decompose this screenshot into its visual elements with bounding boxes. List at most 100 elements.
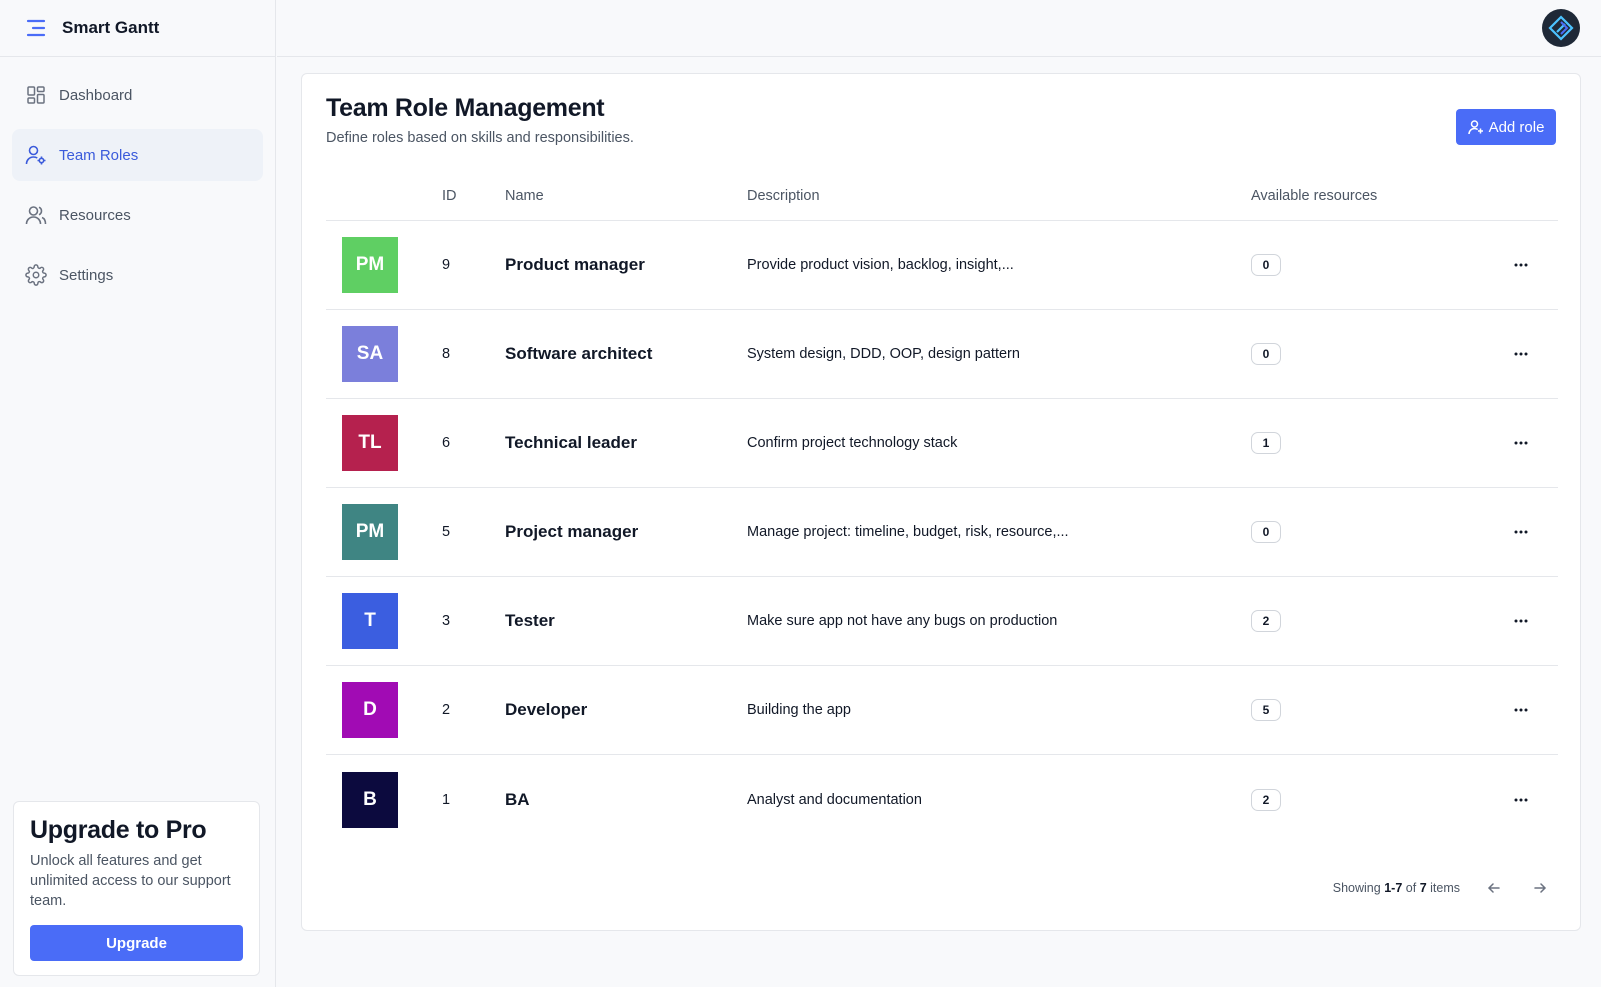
role-avatar-cell: PM <box>326 237 442 293</box>
prev-page-arrow-icon[interactable] <box>1482 876 1506 900</box>
role-avatar: B <box>342 771 398 828</box>
table-row[interactable]: B 1 BA Analyst and documentation 2 <box>326 755 1558 844</box>
role-avatar: PM <box>342 504 398 560</box>
sidebar-item-resources[interactable]: Resources <box>12 189 263 241</box>
sidebar-item-settings[interactable]: Settings <box>12 249 263 301</box>
role-resources-cell: 2 <box>1251 788 1484 811</box>
pagination-prefix: Showing <box>1332 881 1381 895</box>
column-header-description: Description <box>747 187 820 204</box>
sidebar: Smart Gantt Dashboard Team Roles Resourc… <box>0 0 276 987</box>
role-avatar-cell: B <box>326 771 442 828</box>
role-actions-cell <box>1484 609 1558 633</box>
role-name: Tester <box>505 611 555 630</box>
role-id: 1 <box>442 791 451 808</box>
role-avatar-cell: SA <box>326 326 442 382</box>
app-logo-icon[interactable] <box>1542 9 1580 47</box>
pagination-total: 7 <box>1419 881 1427 895</box>
table-row[interactable]: D 2 Developer Building the app 5 <box>326 666 1558 755</box>
role-resources-cell: 0 <box>1251 521 1484 543</box>
upgrade-card: Upgrade to Pro Unlock all features and g… <box>13 801 260 976</box>
resources-count-badge: 0 <box>1251 343 1281 365</box>
table-row[interactable]: T 3 Tester Make sure app not have any bugs … <box>326 577 1558 666</box>
role-description: Manage project: timeline, budget, risk, … <box>747 524 1069 540</box>
page-title: Team Role Management <box>326 94 605 122</box>
more-options-icon[interactable] <box>1506 431 1536 455</box>
role-resources-cell: 1 <box>1251 432 1484 454</box>
table-row[interactable]: SA 8 Software architect System design, DDD,… <box>326 310 1558 399</box>
pagination: Showing 1-7 of 7 items <box>1333 876 1552 900</box>
role-resources-cell: 0 <box>1251 343 1484 365</box>
table-row[interactable]: PM 9 Product manager Provide product vision… <box>326 221 1558 310</box>
role-description: Analyst and documentation <box>747 791 922 808</box>
table-row[interactable]: TL 6 Technical leader Confirm project techn… <box>326 399 1558 488</box>
role-id: 9 <box>442 257 451 273</box>
more-options-icon[interactable] <box>1506 609 1536 633</box>
column-header-name: Name <box>505 187 544 204</box>
more-options-icon[interactable] <box>1506 520 1536 544</box>
role-avatar: PM <box>342 237 398 293</box>
upgrade-title: Upgrade to Pro <box>30 816 207 844</box>
team-roles-icon <box>25 144 47 166</box>
role-resources-cell: 5 <box>1251 699 1484 721</box>
role-id: 8 <box>442 346 451 362</box>
role-description: System design, DDD, OOP, design pattern <box>747 346 1020 362</box>
role-actions-cell <box>1484 520 1558 544</box>
role-resources-cell: 0 <box>1251 254 1484 276</box>
role-description: Make sure app not have any bugs on produ… <box>747 613 1058 629</box>
role-name: Technical leader <box>505 433 637 452</box>
resources-count-badge: 0 <box>1251 521 1281 543</box>
role-name: BA <box>505 789 530 809</box>
resources-count-badge: 2 <box>1251 610 1281 632</box>
more-options-icon[interactable] <box>1506 253 1536 277</box>
more-options-icon[interactable] <box>1506 788 1536 812</box>
upgrade-button[interactable]: Upgrade <box>30 925 243 961</box>
add-role-button[interactable]: Add role <box>1456 109 1556 145</box>
role-id: 3 <box>442 613 451 629</box>
next-page-arrow-icon[interactable] <box>1528 876 1552 900</box>
sidebar-item-dashboard[interactable]: Dashboard <box>12 69 263 121</box>
team-roles-card: Team Role Management Define roles based … <box>301 73 1581 931</box>
role-id: 5 <box>442 524 451 540</box>
upgrade-text: Unlock all features and get unlimited ac… <box>30 853 231 909</box>
column-header-resources: Available resources <box>1251 187 1378 204</box>
sidebar-item-label: Dashboard <box>59 86 133 104</box>
role-actions-cell <box>1484 788 1558 812</box>
role-description: Provide product vision, backlog, insight… <box>747 257 1014 273</box>
role-actions-cell <box>1484 698 1558 722</box>
role-description: Confirm project technology stack <box>747 435 958 451</box>
role-id: 2 <box>442 702 451 718</box>
table-row[interactable]: PM 5 Project manager Manage project: timeli… <box>326 488 1558 577</box>
more-options-icon[interactable] <box>1506 698 1536 722</box>
table-body: PM 9 Product manager Provide product vision… <box>326 221 1558 844</box>
brand: Smart Gantt <box>0 0 275 57</box>
role-description: Building the app <box>747 702 851 718</box>
role-name: Software architect <box>505 344 653 363</box>
sidebar-item-label: Resources <box>59 206 131 224</box>
more-options-icon[interactable] <box>1506 342 1536 366</box>
sidebar-item-label: Team Roles <box>59 146 139 164</box>
pagination-summary: Showing 1-7 of 7 items <box>1333 881 1460 895</box>
role-avatar: T <box>342 593 398 649</box>
role-name: Product manager <box>505 255 645 274</box>
role-avatar: D <box>342 682 398 738</box>
sidebar-item-team-roles[interactable]: Team Roles <box>12 129 263 181</box>
menu-icon[interactable] <box>24 16 48 40</box>
resources-count-badge: 2 <box>1251 788 1281 811</box>
table-header: ID Name Description Available resources <box>326 171 1558 221</box>
role-avatar: SA <box>342 326 398 382</box>
users-icon <box>25 204 47 226</box>
role-avatar-cell: TL <box>326 415 442 471</box>
role-name: Developer <box>505 700 588 719</box>
add-user-icon <box>1467 119 1484 135</box>
resources-count-badge: 0 <box>1251 254 1281 276</box>
pagination-range: 1-7 <box>1384 881 1403 895</box>
dashboard-icon <box>25 84 47 106</box>
sidebar-item-label: Settings <box>59 266 114 284</box>
pagination-suffix: items <box>1430 881 1460 895</box>
pagination-of: of <box>1405 881 1417 895</box>
page-subtitle: Define roles based on skills and respons… <box>326 130 634 146</box>
sidebar-nav: Dashboard Team Roles Resources Settings <box>0 57 275 301</box>
role-avatar-cell: T <box>326 593 442 649</box>
gear-icon <box>25 264 47 286</box>
role-actions-cell <box>1484 253 1558 277</box>
